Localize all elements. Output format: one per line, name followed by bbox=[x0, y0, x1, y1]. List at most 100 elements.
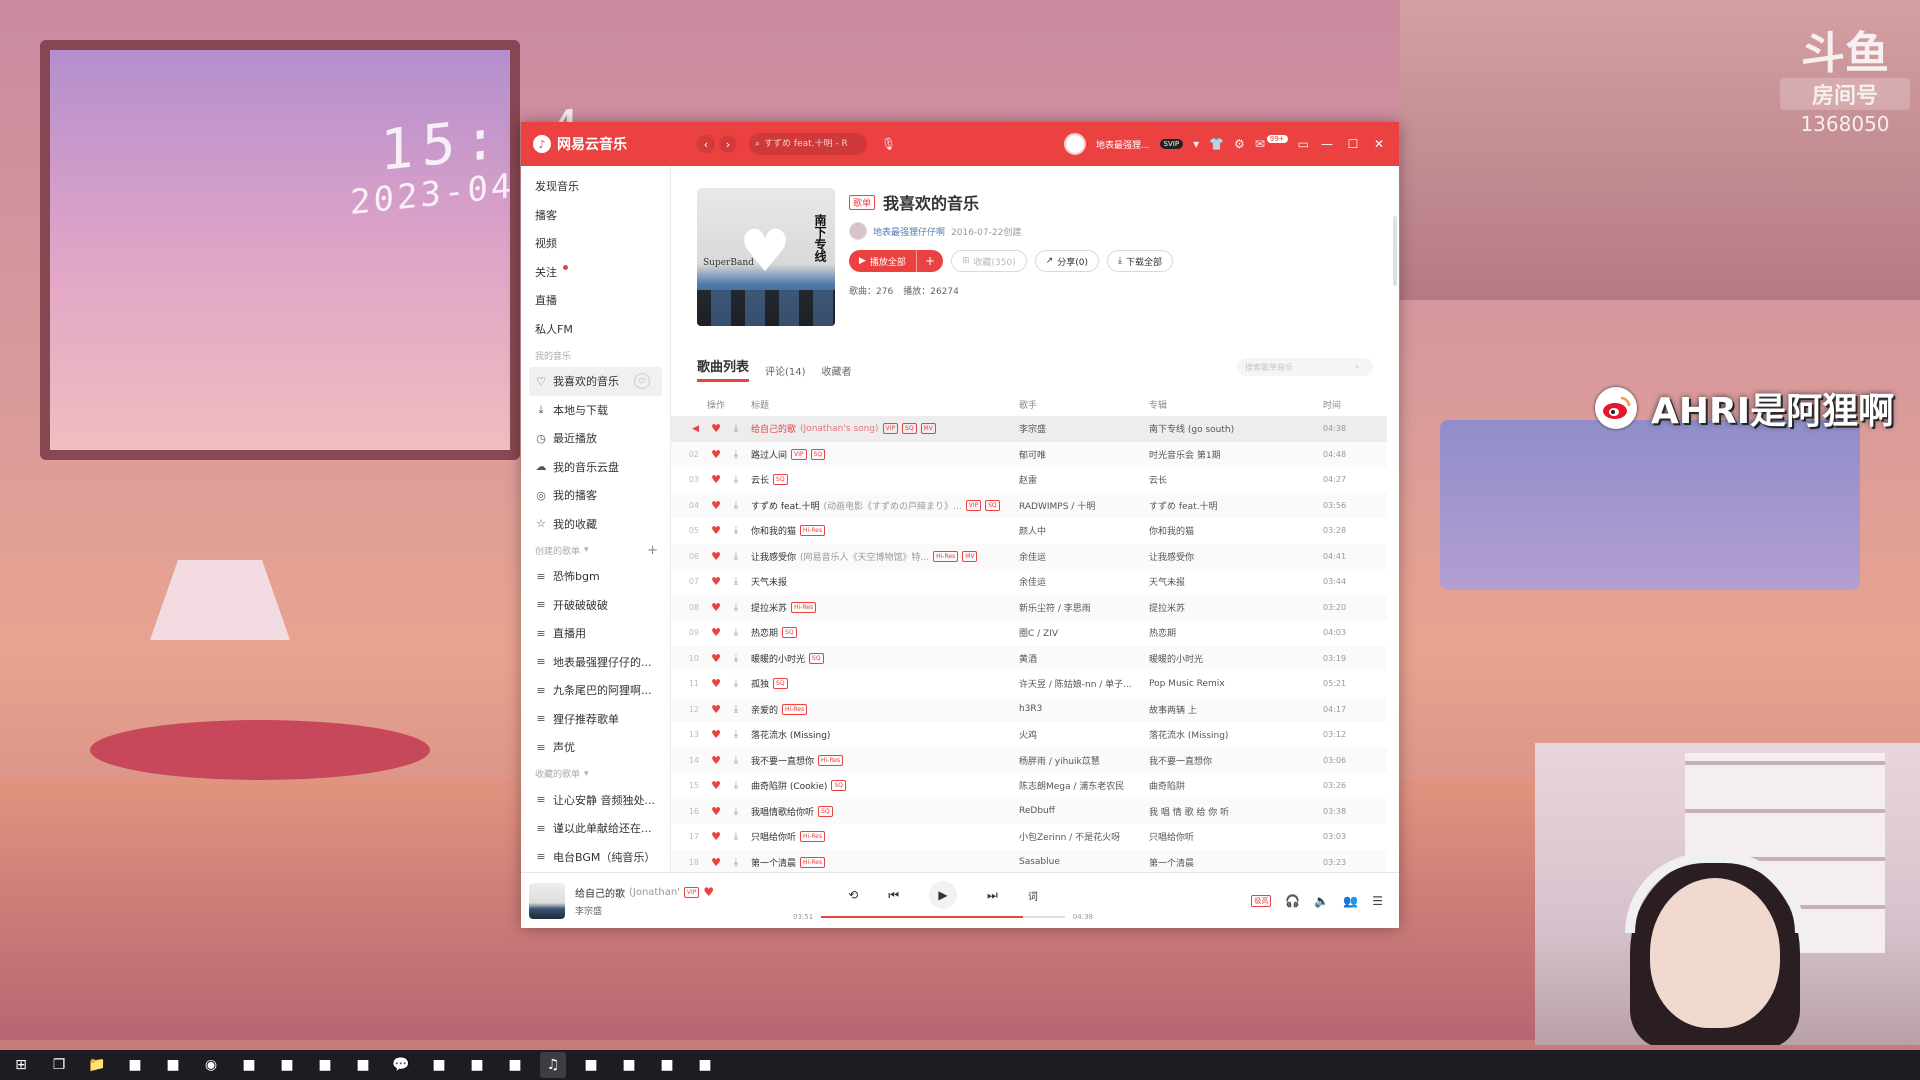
song-album[interactable]: 时光音乐会 第1期 bbox=[1149, 448, 1323, 461]
like-heart-icon[interactable]: ♥ bbox=[707, 728, 725, 741]
like-heart-icon[interactable]: ♥ bbox=[707, 626, 725, 639]
download-icon[interactable]: ⤓ bbox=[725, 704, 747, 715]
song-title-cell[interactable]: 暖暖的小时光 SQ bbox=[747, 652, 1019, 665]
song-artist[interactable]: h3R3 bbox=[1019, 704, 1149, 714]
sidebar-item-local-download[interactable]: ⤓ 本地与下载 bbox=[521, 396, 670, 425]
app-icon[interactable]: ■ bbox=[502, 1052, 528, 1078]
download-icon[interactable]: ⤓ bbox=[725, 500, 747, 511]
download-icon[interactable]: ⤓ bbox=[725, 627, 747, 638]
sidebar-item-podcast[interactable]: 播客 bbox=[521, 201, 670, 230]
add-to-queue-icon[interactable]: + bbox=[915, 250, 943, 272]
wechat-icon[interactable]: 💬 bbox=[388, 1052, 414, 1078]
like-heart-icon[interactable]: ♥ bbox=[707, 499, 725, 512]
lyrics-button[interactable]: 词 bbox=[1028, 888, 1038, 903]
tab-songs[interactable]: 歌曲列表 bbox=[697, 356, 750, 382]
song-title-cell[interactable]: 亲爱的 Hi-Res bbox=[747, 703, 1019, 716]
song-album[interactable]: すずめ feat.十明 bbox=[1149, 499, 1323, 512]
song-row[interactable]: 13 ♥ ⤓ 落花流水 (Missing) 火鸡 落花流水 (Missing) 03:12 bbox=[671, 722, 1387, 748]
playlist-search[interactable]: ⌕ bbox=[1237, 358, 1373, 376]
like-heart-icon[interactable]: ♥ bbox=[707, 422, 725, 435]
song-album[interactable]: 热恋期 bbox=[1149, 626, 1323, 639]
download-icon[interactable]: ⤓ bbox=[725, 831, 747, 842]
download-icon[interactable]: ⤓ bbox=[725, 857, 747, 868]
sidebar-item-follow[interactable]: 关注 bbox=[521, 258, 670, 287]
volume-icon[interactable]: 🔈 bbox=[1314, 894, 1329, 908]
song-album[interactable]: 天气未报 bbox=[1149, 575, 1323, 588]
download-icon[interactable]: ⤓ bbox=[725, 806, 747, 817]
song-row[interactable]: 10 ♥ ⤓ 暖暖的小时光 SQ 黄酒 暖暖的小时光 03:19 bbox=[671, 645, 1387, 671]
song-title-cell[interactable]: 路过人间 VIP SQ bbox=[747, 448, 1019, 461]
like-heart-icon[interactable]: ♥ bbox=[707, 856, 725, 869]
global-search[interactable]: ⌕ bbox=[749, 133, 867, 155]
like-heart-icon[interactable]: ♥ bbox=[707, 652, 725, 665]
song-album[interactable]: Pop Music Remix bbox=[1149, 679, 1323, 689]
song-row[interactable]: 14 ♥ ⤓ 我不要一直想你 Hi-Res 杨胖雨 / yihuik苡慧 我不要一直想你 03… bbox=[671, 747, 1387, 773]
steam-icon[interactable]: ◉ bbox=[198, 1052, 224, 1078]
like-heart-icon[interactable]: ♥ bbox=[707, 601, 725, 614]
song-row[interactable]: 11 ♥ ⤓ 孤独 SQ 许天昱 / 陈姑娘-nn / 单子... Pop Music Re… bbox=[671, 671, 1387, 697]
song-title-cell[interactable]: 落花流水 (Missing) bbox=[747, 728, 1019, 741]
app-icon[interactable]: ■ bbox=[616, 1052, 642, 1078]
download-icon[interactable]: ⤓ bbox=[725, 678, 747, 689]
like-heart-icon[interactable]: ♥ bbox=[707, 550, 725, 563]
sidebar-item-cloud[interactable]: ☁ 我的音乐云盘 bbox=[521, 453, 670, 482]
sidebar-item-recent[interactable]: ◷ 最近播放 bbox=[521, 424, 670, 453]
download-icon[interactable]: ⤓ bbox=[725, 653, 747, 664]
close-icon[interactable]: ✕ bbox=[1371, 137, 1387, 151]
song-title-cell[interactable]: 给自己的歌 (Jonathan's song) VIP SQ MV bbox=[747, 422, 1019, 435]
app-icon[interactable]: ■ bbox=[654, 1052, 680, 1078]
song-title-cell[interactable]: 只唱给你听 Hi-Res bbox=[747, 830, 1019, 843]
sidebar-playlist[interactable]: ≡ 地表最强狸仔仔的... bbox=[521, 648, 670, 677]
song-artist[interactable]: ReDbuff bbox=[1019, 806, 1149, 816]
song-row[interactable]: 07 ♥ ⤓ 天气未报 余佳运 天气未报 03:44 bbox=[671, 569, 1387, 595]
song-row[interactable]: 03 ♥ ⤓ 云长 SQ 赵雷 云长 04:27 bbox=[671, 467, 1387, 493]
song-row[interactable]: ◀ ♥ ⤓ 给自己的歌 (Jonathan's song) VIP SQ MV 李宗盛 南下专线 … bbox=[671, 416, 1387, 442]
mini-mode-icon[interactable]: ▭ bbox=[1298, 137, 1309, 151]
song-title-cell[interactable]: 第一个清晨 Hi-Res bbox=[747, 856, 1019, 869]
user-avatar[interactable] bbox=[1063, 133, 1086, 155]
song-artist[interactable]: 李宗盛 bbox=[1019, 422, 1149, 435]
song-artist[interactable]: 许天昱 / 陈姑娘-nn / 单子... bbox=[1019, 677, 1149, 690]
song-title-cell[interactable]: 让我感受你 (网易音乐人《天空博物馆》特... Hi-Res MV bbox=[747, 550, 1019, 563]
sidebar-item-my-podcast[interactable]: ◎ 我的播客 bbox=[521, 481, 670, 510]
download-icon[interactable]: ⤓ bbox=[725, 780, 747, 791]
app-icon[interactable]: ■ bbox=[236, 1052, 262, 1078]
song-album[interactable]: 故事两辆 上 bbox=[1149, 703, 1323, 716]
sidebar-item-liked-music[interactable]: ♡ 我喜欢的音乐 ♡ bbox=[529, 367, 662, 396]
sidebar-item-video[interactable]: 视频 bbox=[521, 229, 670, 258]
song-title-cell[interactable]: すずめ feat.十明 (动画电影《すずめの戸締まり》... VIP SQ bbox=[747, 499, 1019, 512]
song-album[interactable]: 提拉米苏 bbox=[1149, 601, 1323, 614]
sidebar-playlist[interactable]: ≡ 谨以此单献给还在... bbox=[521, 814, 670, 843]
song-album[interactable]: 让我感受你 bbox=[1149, 550, 1323, 563]
forward-arrow-icon[interactable]: › bbox=[719, 135, 737, 153]
song-title-cell[interactable]: 孤独 SQ bbox=[747, 677, 1019, 690]
download-all-button[interactable]: ⤓ 下载全部 bbox=[1107, 250, 1174, 272]
settings-gear-icon[interactable]: ⚙ bbox=[1234, 137, 1245, 151]
song-row[interactable]: 18 ♥ ⤓ 第一个清晨 Hi-Res Sasablue 第一个清晨 03:23 bbox=[671, 849, 1387, 872]
progress-bar[interactable] bbox=[821, 916, 1065, 918]
col-time[interactable]: 时间 bbox=[1323, 398, 1363, 411]
col-artist[interactable]: 歌手 bbox=[1019, 398, 1149, 411]
mic-icon[interactable]: 🎙 bbox=[881, 137, 896, 151]
mail-icon[interactable]: ✉ bbox=[1255, 137, 1265, 151]
app-icon[interactable]: ■ bbox=[426, 1052, 452, 1078]
song-album[interactable]: 暖暖的小时光 bbox=[1149, 652, 1323, 665]
back-arrow-icon[interactable]: ‹ bbox=[697, 135, 715, 153]
song-album[interactable]: 第一个清晨 bbox=[1149, 856, 1323, 869]
app-icon[interactable]: ■ bbox=[578, 1052, 604, 1078]
listen-together-icon[interactable]: 👥 bbox=[1343, 894, 1358, 908]
creator-name[interactable]: 地表最强狸仔仔啊 bbox=[873, 225, 945, 238]
start-icon[interactable]: ⊞ bbox=[8, 1052, 34, 1078]
song-album[interactable]: 我 唱 情 歌 给 你 听 bbox=[1149, 805, 1323, 818]
app-icon[interactable]: ■ bbox=[464, 1052, 490, 1078]
download-icon[interactable]: ⤓ bbox=[725, 525, 747, 536]
next-icon[interactable]: ⏭ bbox=[987, 888, 998, 903]
song-title-cell[interactable]: 提拉米苏 Hi-Res bbox=[747, 601, 1019, 614]
song-album[interactable]: 你和我的猫 bbox=[1149, 524, 1323, 537]
like-heart-icon[interactable]: ♥ bbox=[707, 754, 725, 767]
col-title[interactable]: 标题 bbox=[747, 398, 1019, 411]
song-artist[interactable]: 郁可唯 bbox=[1019, 448, 1149, 461]
download-icon[interactable]: ⤓ bbox=[725, 474, 747, 485]
song-artist[interactable]: 杨胖雨 / yihuik苡慧 bbox=[1019, 754, 1149, 767]
sidebar-playlist[interactable]: ≡ 让心安静 音频独处... bbox=[521, 786, 670, 815]
